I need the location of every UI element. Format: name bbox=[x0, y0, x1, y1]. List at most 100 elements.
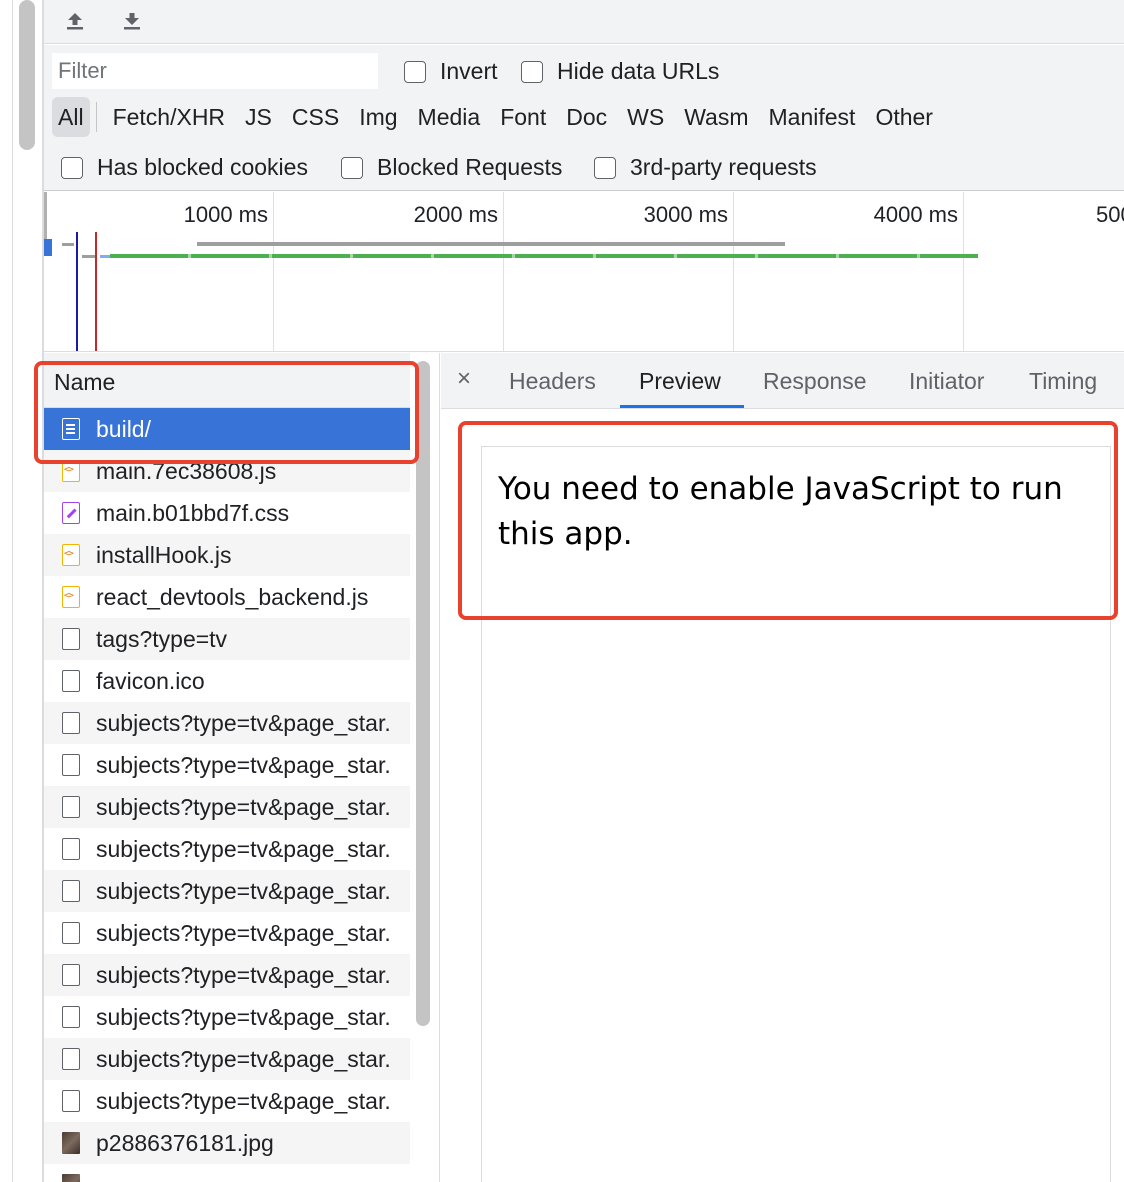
overview-tick-label: 500 bbox=[1096, 202, 1124, 227]
request-bar bbox=[82, 255, 96, 258]
type-filter-wasm[interactable]: Wasm bbox=[674, 97, 758, 137]
request-name: react_devtools_backend.js bbox=[96, 583, 369, 610]
request-row[interactable] bbox=[44, 1164, 410, 1182]
blank-file-icon bbox=[62, 754, 80, 776]
tab-initiator[interactable]: Initiator bbox=[909, 353, 984, 409]
request-row[interactable]: tags?type=tv bbox=[44, 618, 410, 660]
request-name: subjects?type=tv&page_star. bbox=[96, 751, 391, 778]
request-name: subjects?type=tv&page_star. bbox=[96, 709, 391, 736]
type-filter-font[interactable]: Font bbox=[490, 97, 556, 137]
outer-scrollbar-thumb[interactable] bbox=[19, 0, 35, 150]
checkbox-box[interactable] bbox=[404, 60, 426, 83]
checkbox-box[interactable] bbox=[61, 156, 83, 179]
request-row[interactable]: installHook.js bbox=[44, 534, 410, 576]
hide-data-urls-checkbox[interactable]: Hide data URLs bbox=[521, 58, 719, 85]
blank-file-icon bbox=[62, 1090, 80, 1112]
type-filter-img[interactable]: Img bbox=[349, 97, 407, 137]
has-blocked-cookies-checkbox[interactable]: Has blocked cookies bbox=[61, 154, 308, 181]
request-name: subjects?type=tv&page_star. bbox=[96, 919, 391, 946]
request-name: main.7ec38608.js bbox=[96, 457, 277, 484]
blank-file-icon bbox=[62, 922, 80, 944]
blank-file-icon bbox=[62, 838, 80, 860]
hide-data-urls-label: Hide data URLs bbox=[557, 58, 720, 84]
blank-file-icon bbox=[62, 628, 80, 650]
request-row[interactable]: subjects?type=tv&page_star. bbox=[44, 744, 410, 786]
request-name: p2886376181.jpg bbox=[96, 1129, 274, 1156]
request-row[interactable]: subjects?type=tv&page_star. bbox=[44, 996, 410, 1038]
request-row[interactable]: subjects?type=tv&page_star. bbox=[44, 828, 410, 870]
request-row[interactable]: subjects?type=tv&page_star. bbox=[44, 954, 410, 996]
request-row[interactable]: main.7ec38608.js bbox=[44, 450, 410, 492]
request-row[interactable]: subjects?type=tv&page_star. bbox=[44, 912, 410, 954]
request-detail-pane: × Headers Preview Response Initiator Tim… bbox=[441, 353, 1124, 1182]
close-icon[interactable]: × bbox=[457, 365, 471, 393]
request-row[interactable]: subjects?type=tv&page_star. bbox=[44, 870, 410, 912]
request-row[interactable]: build/ bbox=[44, 408, 410, 450]
request-bar bbox=[44, 239, 52, 256]
request-list-scrollbar[interactable] bbox=[416, 361, 430, 1026]
request-row[interactable]: subjects?type=tv&page_star. bbox=[44, 786, 410, 828]
overview-tick-label: 2000 ms bbox=[413, 202, 498, 227]
js-file-icon bbox=[62, 544, 80, 566]
tab-response[interactable]: Response bbox=[763, 353, 867, 409]
preview-text: You need to enable JavaScript to run thi… bbox=[498, 471, 1063, 552]
request-row[interactable]: main.b01bbd7f.css bbox=[44, 492, 410, 534]
blank-file-icon bbox=[62, 1048, 80, 1070]
request-name: subjects?type=tv&page_star. bbox=[96, 1045, 391, 1072]
type-filter-manifest[interactable]: Manifest bbox=[759, 97, 866, 137]
load-event-marker bbox=[95, 232, 97, 351]
download-icon[interactable] bbox=[117, 6, 147, 36]
blank-file-icon bbox=[62, 1006, 80, 1028]
request-name: installHook.js bbox=[96, 541, 232, 568]
request-name: main.b01bbd7f.css bbox=[96, 499, 290, 526]
overview-gridline bbox=[733, 192, 734, 351]
checkbox-box[interactable] bbox=[594, 156, 616, 179]
blocked-requests-checkbox[interactable]: Blocked Requests bbox=[341, 154, 562, 181]
window-border bbox=[12, 0, 13, 1182]
js-file-icon bbox=[62, 460, 80, 482]
type-filter-js[interactable]: JS bbox=[235, 97, 282, 137]
request-name: favicon.ico bbox=[96, 667, 205, 694]
tab-headers[interactable]: Headers bbox=[509, 353, 596, 409]
preview-frame: You need to enable JavaScript to run thi… bbox=[481, 446, 1111, 1182]
invert-checkbox[interactable]: Invert bbox=[404, 58, 498, 85]
css-file-icon bbox=[62, 502, 80, 524]
request-row[interactable]: react_devtools_backend.js bbox=[44, 576, 410, 618]
network-overview[interactable]: 1000 ms 2000 ms 3000 ms 4000 ms 500 bbox=[44, 192, 1124, 352]
request-name: build/ bbox=[96, 415, 151, 442]
network-panel: Invert Hide data URLs All Fetch/XHR JS C… bbox=[44, 0, 1124, 1182]
request-row[interactable]: favicon.ico bbox=[44, 660, 410, 702]
request-row[interactable]: subjects?type=tv&page_star. bbox=[44, 702, 410, 744]
type-filter-fetch-xhr[interactable]: Fetch/XHR bbox=[103, 97, 235, 137]
checkbox-box[interactable] bbox=[341, 156, 363, 179]
request-name: subjects?type=tv&page_star. bbox=[96, 1003, 391, 1030]
blank-file-icon bbox=[62, 796, 80, 818]
type-filter-all[interactable]: All bbox=[52, 97, 90, 137]
type-filter-css[interactable]: CSS bbox=[282, 97, 349, 137]
overview-tick-label: 1000 ms bbox=[183, 202, 268, 227]
tab-preview[interactable]: Preview bbox=[639, 353, 721, 409]
request-row[interactable]: subjects?type=tv&page_star. bbox=[44, 1080, 410, 1122]
overview-gridline bbox=[503, 192, 504, 351]
overview-gridline bbox=[273, 192, 274, 351]
request-row[interactable]: p2886376181.jpg bbox=[44, 1122, 410, 1164]
invert-label: Invert bbox=[440, 58, 498, 84]
type-filter-ws[interactable]: WS bbox=[617, 97, 674, 137]
type-filter-doc[interactable]: Doc bbox=[556, 97, 617, 137]
active-tab-indicator bbox=[620, 405, 744, 408]
third-party-requests-checkbox[interactable]: 3rd-party requests bbox=[594, 154, 817, 181]
name-column-header[interactable]: Name bbox=[44, 353, 410, 408]
request-bar bbox=[110, 254, 978, 258]
outer-window-strip bbox=[0, 0, 44, 1182]
type-filter-other[interactable]: Other bbox=[865, 97, 943, 137]
filter-input[interactable] bbox=[52, 53, 378, 89]
network-toolbar bbox=[44, 0, 1124, 44]
checkbox-box[interactable] bbox=[521, 60, 543, 83]
upload-icon[interactable] bbox=[60, 6, 90, 36]
request-row[interactable]: subjects?type=tv&page_star. bbox=[44, 1038, 410, 1080]
tab-timing[interactable]: Timing bbox=[1029, 353, 1097, 409]
detail-tabs: × Headers Preview Response Initiator Tim… bbox=[441, 353, 1124, 409]
request-name: tags?type=tv bbox=[96, 625, 228, 652]
type-filter-media[interactable]: Media bbox=[408, 97, 491, 137]
image-thumbnail-icon bbox=[62, 1174, 80, 1182]
